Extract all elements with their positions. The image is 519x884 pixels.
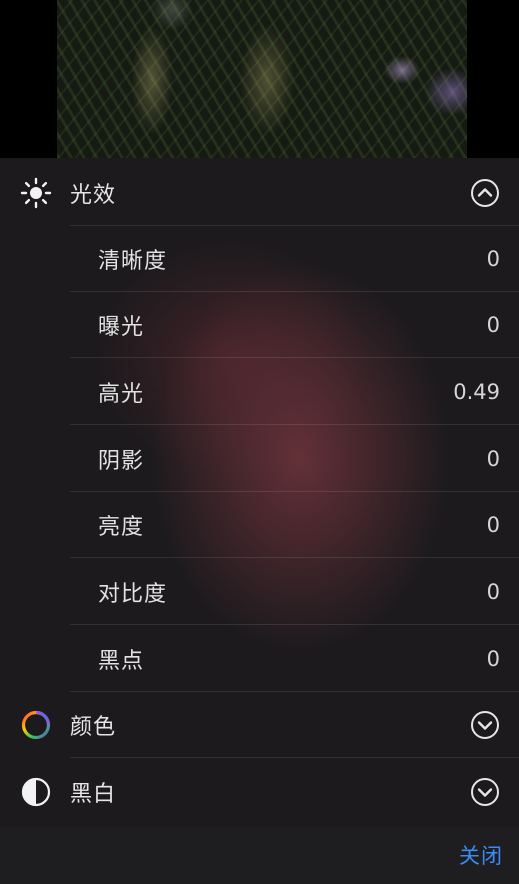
adjustment-row-contrast[interactable]: 对比度 0 — [0, 559, 519, 625]
adjustment-label: 黑点 — [98, 649, 145, 674]
adjustment-value: 0 — [486, 647, 500, 671]
bw-section-header[interactable]: 黑白 — [0, 759, 519, 825]
adjustment-label: 清晰度 — [98, 249, 168, 274]
photo-letterbox-right — [467, 0, 519, 158]
adjustments-panel: 光效 清晰度 0 曝光 0 高光 0.49 阴影 0 亮度 0 对比度 0 黑点… — [0, 158, 519, 826]
adjustment-label: 对比度 — [98, 582, 168, 607]
adjustment-row-definition[interactable]: 清晰度 0 — [0, 226, 519, 292]
edit-screen: 光效 清晰度 0 曝光 0 高光 0.49 阴影 0 亮度 0 对比度 0 黑点… — [0, 0, 519, 884]
adjustment-label: 阴影 — [98, 449, 145, 474]
color-section-title: 颜色 — [70, 715, 117, 740]
adjustment-value: 0 — [486, 580, 500, 604]
adjustment-row-exposure[interactable]: 曝光 0 — [0, 292, 519, 358]
adjustment-value: 0 — [486, 247, 500, 271]
color-section-header[interactable]: 颜色 — [0, 692, 519, 758]
adjustment-label: 曝光 — [98, 315, 145, 340]
chevron-down-circle-icon[interactable] — [470, 710, 500, 740]
adjustment-row-shadows[interactable]: 阴影 0 — [0, 426, 519, 492]
light-section-title: 光效 — [70, 183, 117, 208]
bottom-toolbar: 关闭 — [0, 826, 519, 884]
adjustment-label: 亮度 — [98, 515, 145, 540]
adjustment-value: 0 — [486, 447, 500, 471]
light-section-header[interactable]: 光效 — [0, 160, 519, 226]
adjustment-value: 0 — [486, 513, 500, 537]
adjustment-value: 0 — [486, 313, 500, 337]
adjustment-row-highlights[interactable]: 高光 0.49 — [0, 359, 519, 425]
adjustment-row-brightness[interactable]: 亮度 0 — [0, 492, 519, 558]
photo-letterbox-left — [0, 0, 57, 158]
half-circle-icon — [21, 777, 51, 807]
adjustment-row-black-point[interactable]: 黑点 0 — [0, 626, 519, 692]
color-wheel-icon — [21, 710, 51, 740]
adjustment-value: 0.49 — [453, 380, 500, 404]
chevron-down-circle-icon[interactable] — [470, 777, 500, 807]
close-button[interactable]: 关闭 — [459, 840, 503, 870]
adjustment-label: 高光 — [98, 382, 145, 407]
photo-preview[interactable] — [57, 0, 467, 158]
chevron-up-circle-icon[interactable] — [470, 178, 500, 208]
bw-section-title: 黑白 — [70, 782, 117, 807]
sun-icon — [20, 177, 52, 209]
